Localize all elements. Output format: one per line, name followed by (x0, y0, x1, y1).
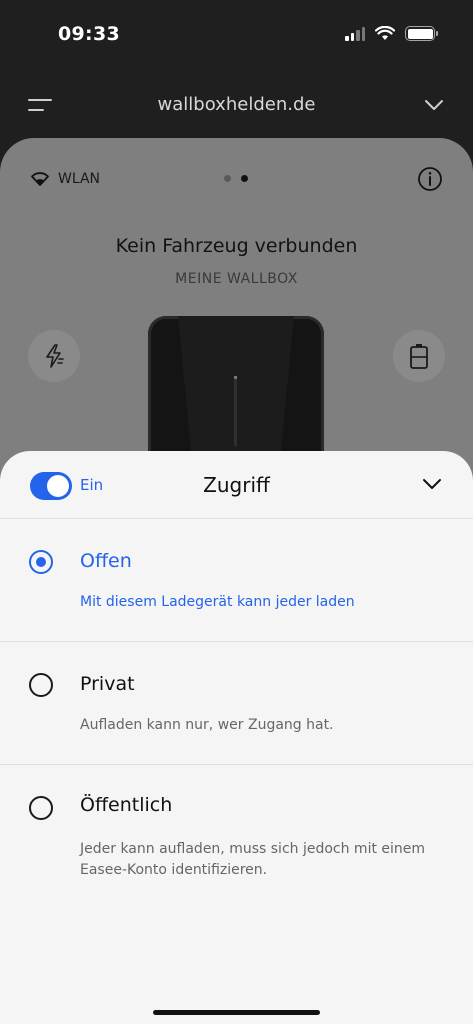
option-description: Aufladen kann nur, wer Zugang hat. (80, 717, 334, 733)
option-oeffentlich[interactable]: Öffentlich Jeder kann aufladen, muss sic… (0, 765, 473, 895)
chevron-down-icon[interactable] (423, 94, 445, 116)
wlan-status: WLAN (30, 171, 100, 187)
info-icon[interactable] (417, 166, 443, 192)
battery-button[interactable] (393, 330, 445, 382)
charger-name: MEINE WALLBOX (175, 271, 298, 287)
radio-privat[interactable] (29, 673, 53, 697)
option-privat[interactable]: Privat Aufladen kann nur, wer Zugang hat… (0, 642, 473, 765)
option-description: Mit diesem Ladegerät kann jeder laden (80, 594, 355, 610)
battery-icon (410, 344, 428, 369)
option-title: Offen (80, 550, 132, 572)
radio-oeffentlich[interactable] (29, 796, 53, 820)
status-bar: 09:33 (0, 0, 473, 70)
sheet-title: Zugriff (203, 473, 270, 497)
option-title: Privat (80, 673, 135, 695)
option-title: Öffentlich (80, 794, 173, 816)
option-description: Jeder kann aufladen, muss sich jedoch mi… (80, 841, 426, 878)
wlan-label: WLAN (58, 171, 101, 187)
lightning-icon (46, 344, 64, 368)
charge-button[interactable] (28, 330, 80, 382)
access-sheet: Ein Zugriff Offen Mit diesem Ladegerät k… (0, 451, 473, 1024)
status-icons (345, 26, 438, 41)
cellular-signal-icon (345, 26, 365, 41)
collapse-chevron-icon[interactable] (421, 473, 443, 495)
wifi-status-icon (375, 26, 395, 40)
home-indicator (153, 1010, 320, 1015)
top-nav: wallboxhelden.de (0, 88, 473, 124)
option-offen[interactable]: Offen Mit diesem Ladegerät kann jeder la… (0, 519, 473, 642)
page-indicator (224, 175, 248, 182)
radio-offen[interactable] (29, 550, 53, 574)
battery-status-icon (405, 26, 438, 41)
status-time: 09:33 (58, 23, 120, 45)
nav-title[interactable]: wallboxhelden.de (0, 94, 473, 115)
page-dot-active (241, 175, 248, 182)
charger-status-title: Kein Fahrzeug verbunden (115, 235, 358, 257)
page-dot (224, 175, 231, 182)
sheet-header: Ein Zugriff (0, 451, 473, 519)
wifi-icon (31, 172, 49, 186)
